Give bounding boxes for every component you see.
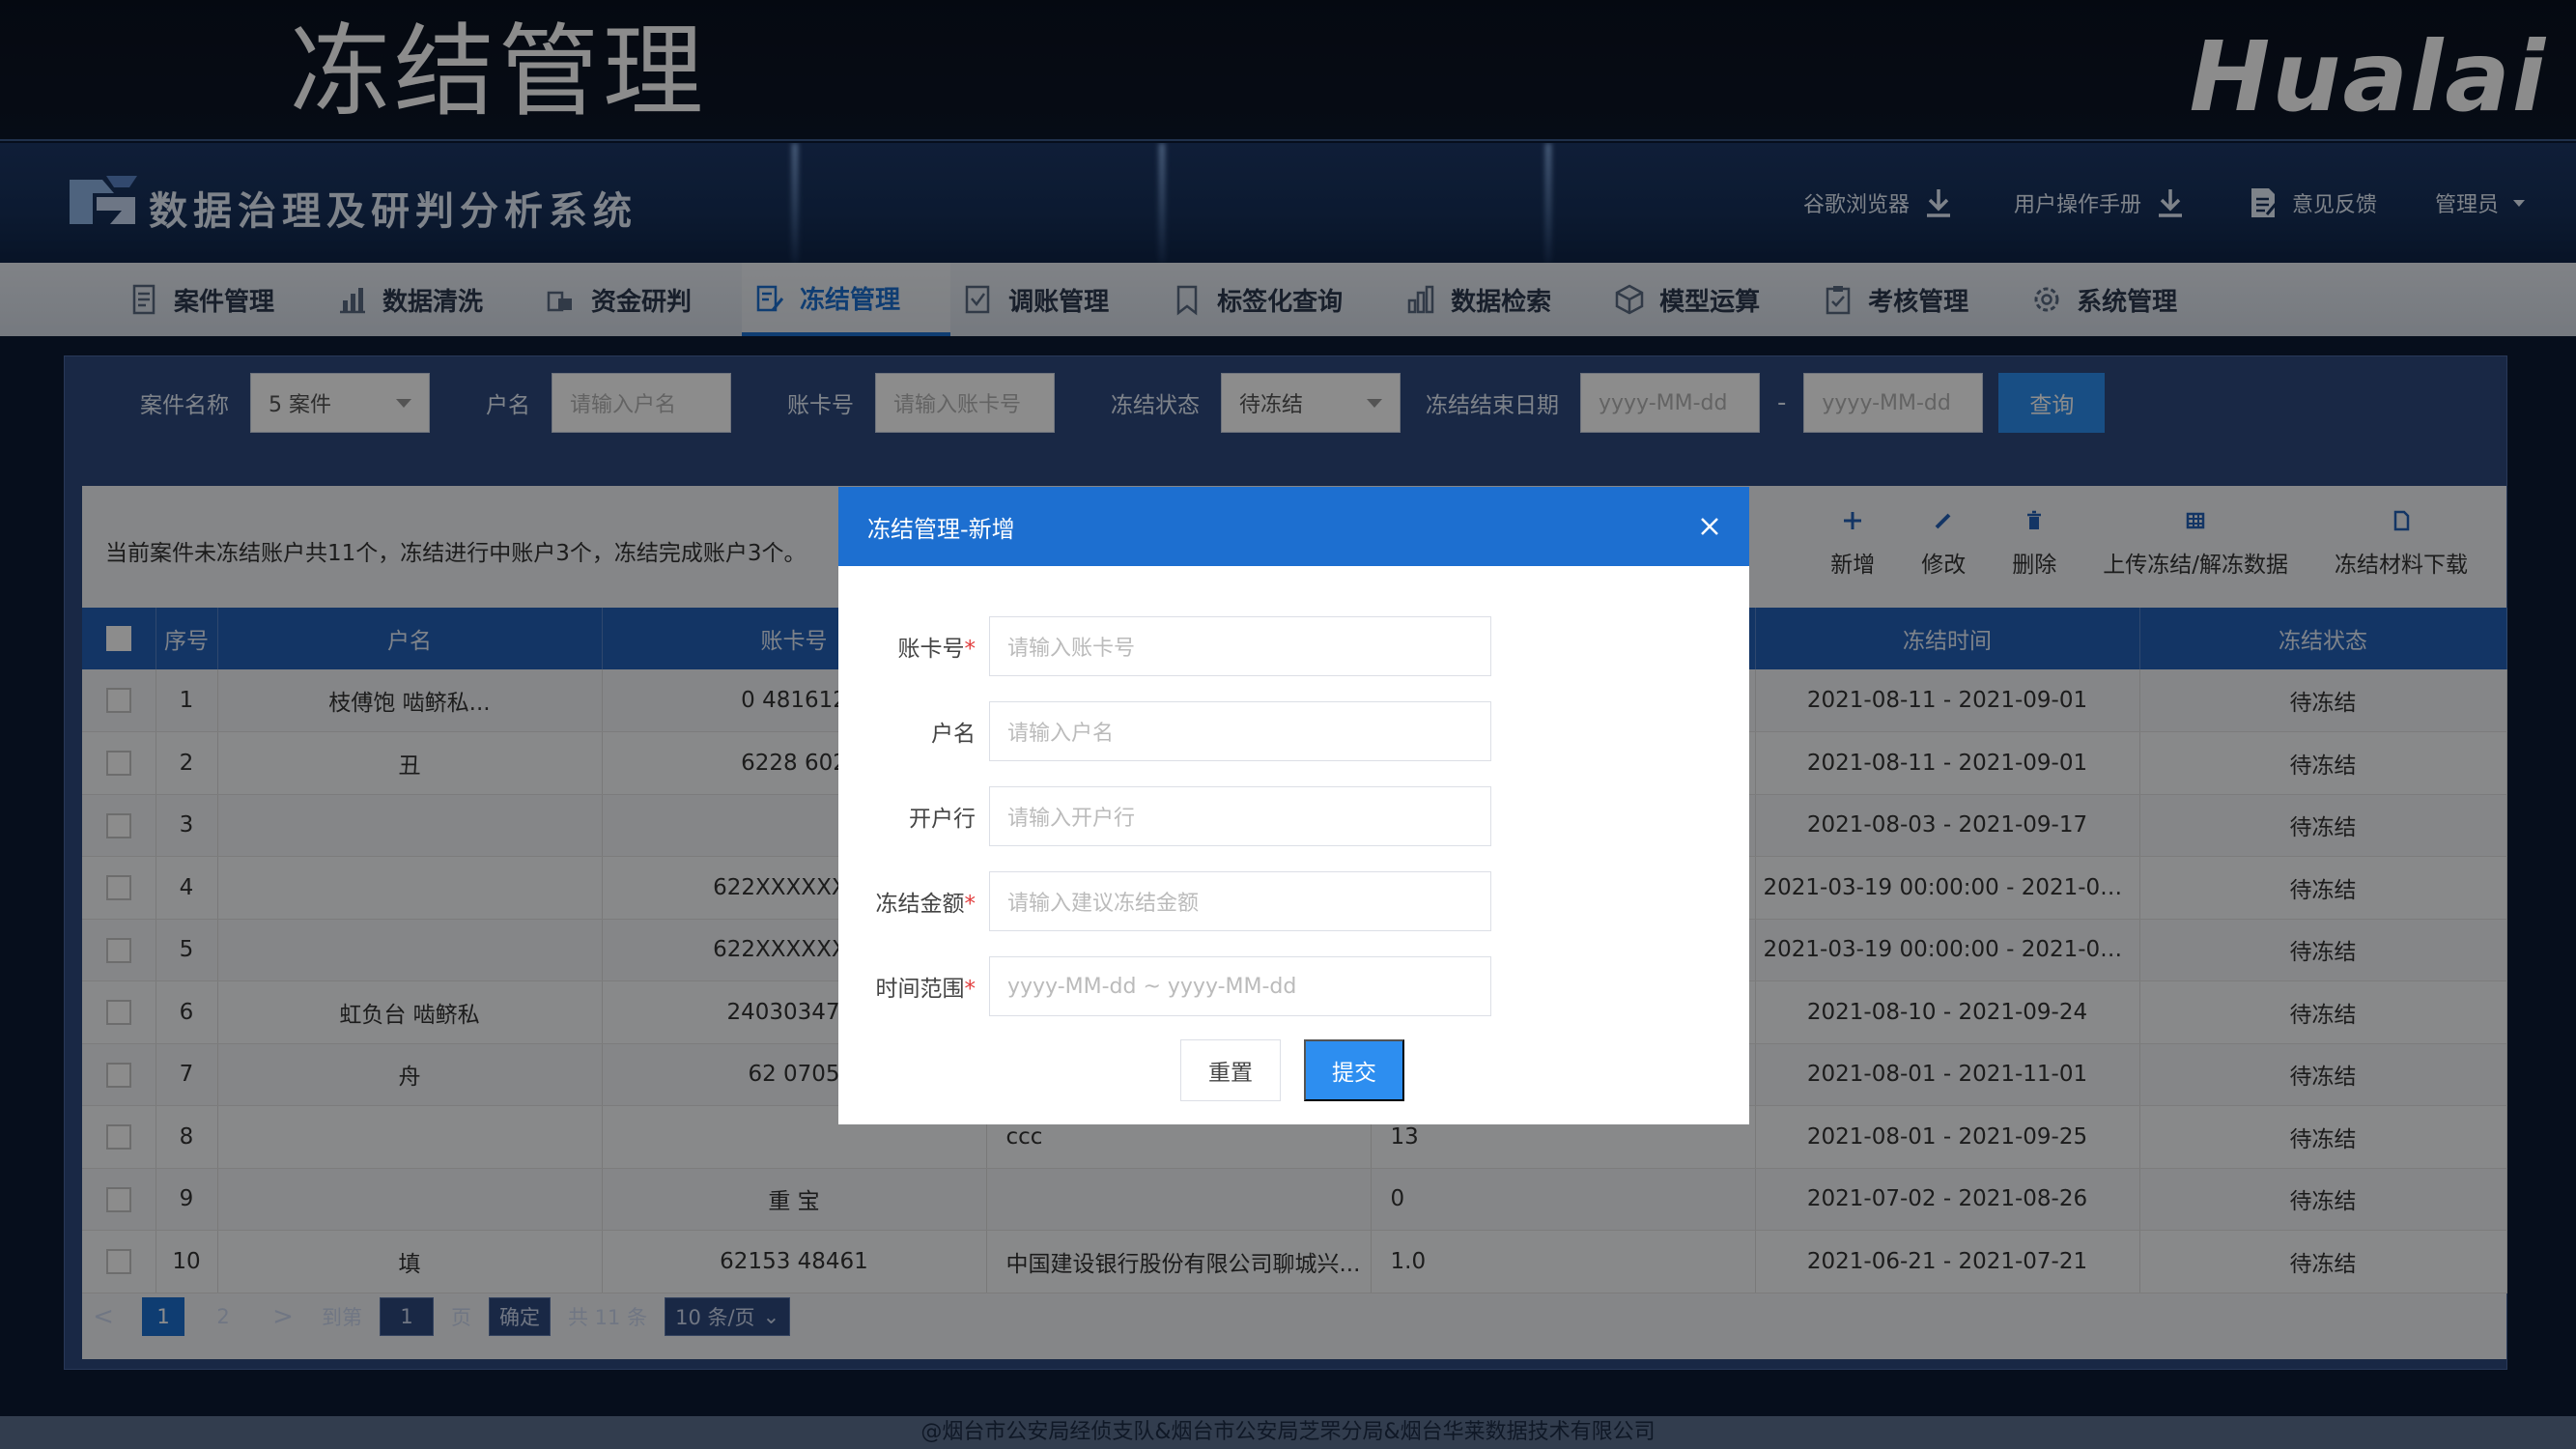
form-input[interactable]: 请输入开户行 — [989, 786, 1491, 846]
placeholder: yyyy-MM-dd ~ yyyy-MM-dd — [1007, 974, 1297, 999]
freeze-add-dialog: 冻结管理-新增 账卡号* 请输入账卡号 户名 请输入户名 开户行 请输入开户行 冻结金额* 请… — [838, 487, 1749, 1124]
form-row: 时间范围* yyyy-MM-dd ~ yyyy-MM-dd — [838, 956, 1491, 1016]
placeholder: 请输入户名 — [1007, 722, 1115, 746]
form-row: 冻结金额* 请输入建议冻结金额 — [838, 871, 1491, 931]
form-input[interactable]: yyyy-MM-dd ~ yyyy-MM-dd — [989, 956, 1491, 1016]
form-row: 户名 请输入户名 — [838, 701, 1491, 761]
field-label: 时间范围* — [838, 970, 989, 1003]
field-label-text: 户名 — [931, 722, 976, 747]
field-label: 开户行 — [838, 800, 989, 833]
field-label-text: 冻结金额 — [875, 892, 965, 917]
field-label-text: 时间范围 — [875, 977, 965, 1002]
field-label-text: 开户行 — [909, 807, 976, 832]
form-input[interactable]: 请输入户名 — [989, 701, 1491, 761]
form-row: 账卡号* 请输入账卡号 — [838, 616, 1491, 676]
close-icon[interactable] — [1693, 510, 1726, 543]
placeholder: 请输入开户行 — [1007, 807, 1136, 831]
field-label: 户名 — [838, 715, 989, 748]
placeholder: 请输入建议冻结金额 — [1007, 892, 1200, 916]
form-row: 开户行 请输入开户行 — [838, 786, 1491, 846]
field-label: 账卡号* — [838, 630, 989, 663]
dialog-header: 冻结管理-新增 — [838, 487, 1749, 566]
dialog-actions: 重置 提交 — [1180, 1039, 1404, 1101]
required-mark: * — [964, 637, 977, 662]
form-input[interactable]: 请输入建议冻结金额 — [989, 871, 1491, 931]
dialog-title: 冻结管理-新增 — [867, 515, 1015, 543]
form-input[interactable]: 请输入账卡号 — [989, 616, 1491, 676]
required-mark: * — [964, 977, 977, 1002]
placeholder: 请输入账卡号 — [1007, 637, 1136, 661]
required-mark: * — [964, 892, 977, 917]
reset-button[interactable]: 重置 — [1180, 1039, 1281, 1101]
submit-button[interactable]: 提交 — [1304, 1039, 1404, 1101]
field-label-text: 账卡号 — [897, 637, 965, 662]
field-label: 冻结金额* — [838, 885, 989, 918]
